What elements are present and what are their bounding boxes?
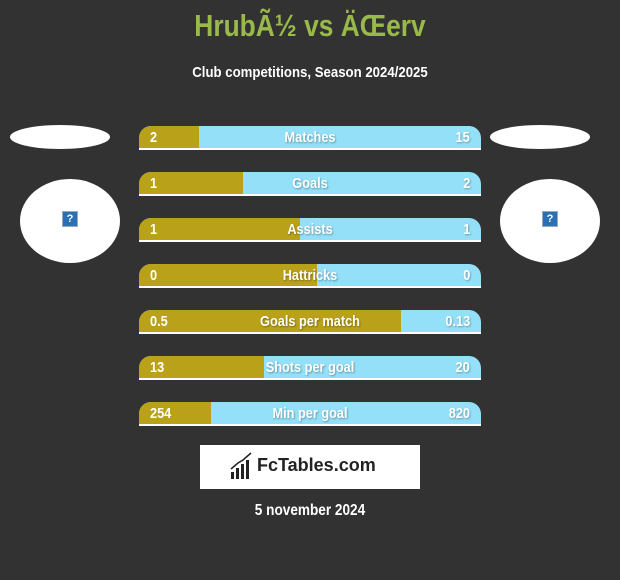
- stat-label: Shots per goal: [265, 359, 355, 376]
- broken-image-icon: ?: [62, 211, 78, 227]
- stat-row-goals-per-match: 0.5 Goals per match 0.13: [139, 310, 481, 334]
- stat-row-goals: 1 Goals 2: [139, 172, 481, 196]
- broken-image-icon: ?: [542, 211, 558, 227]
- date-label: 5 november 2024: [254, 502, 366, 519]
- stat-row-matches: 2 Matches 15: [139, 126, 481, 150]
- left-value: 2: [150, 129, 158, 146]
- fctables-logo[interactable]: FcTables.com: [200, 445, 420, 489]
- stat-row-assists: 1 Assists 1: [139, 218, 481, 242]
- stat-row-hattricks: 0 Hattricks 0: [139, 264, 481, 288]
- stat-row-min-per-goal: 254 Min per goal 820: [139, 402, 481, 426]
- right-value: 2: [462, 175, 470, 192]
- page-title: HrubÃ½ vs ÄŒerv: [194, 8, 426, 43]
- right-value: 0.13: [445, 313, 470, 330]
- page-subtitle: Club competitions, Season 2024/2025: [192, 64, 428, 81]
- left-team-logo[interactable]: ?: [20, 179, 120, 263]
- left-value: 0: [150, 267, 158, 284]
- left-team-name-placeholder: [10, 125, 110, 149]
- right-value: 15: [455, 129, 470, 146]
- brand-name: FcTables.com: [257, 455, 376, 475]
- right-value: 820: [448, 405, 470, 422]
- stat-label: Matches: [284, 129, 336, 146]
- left-value: 13: [150, 359, 165, 376]
- right-team-name-placeholder: [490, 125, 590, 149]
- right-value: 20: [455, 359, 470, 376]
- right-team-logo[interactable]: ?: [500, 179, 600, 263]
- left-value: 1: [150, 175, 158, 192]
- left-value: 1: [150, 221, 158, 238]
- stat-row-shots-per-goal: 13 Shots per goal 20: [139, 356, 481, 380]
- stat-label: Min per goal: [272, 405, 348, 422]
- stat-label: Assists: [287, 221, 333, 238]
- bar-chart-icon: [230, 452, 252, 479]
- stat-label: Goals: [292, 175, 328, 192]
- right-value: 1: [462, 221, 470, 238]
- stat-label: Goals per match: [260, 313, 360, 330]
- right-value: 0: [462, 267, 470, 284]
- stat-label: Hattricks: [282, 267, 338, 284]
